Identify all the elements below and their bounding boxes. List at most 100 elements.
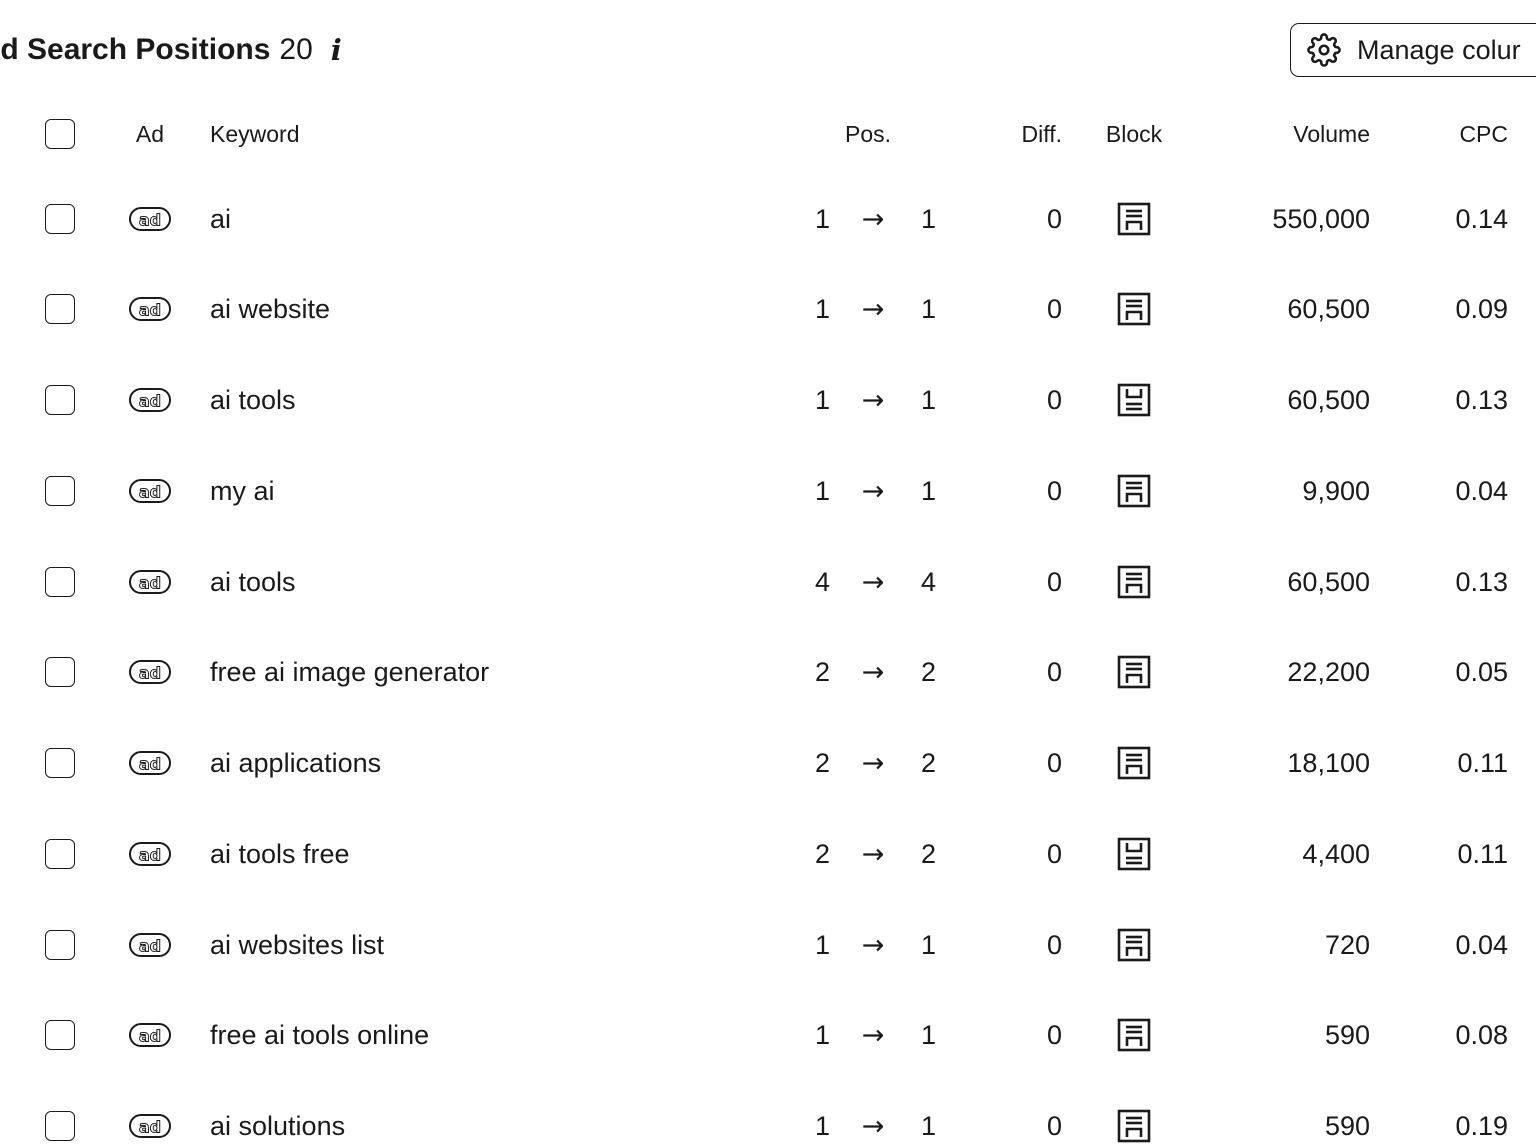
position-to: 1 <box>920 384 936 415</box>
column-header-ad[interactable]: Ad <box>128 104 172 164</box>
serp-block-icon <box>1096 733 1172 793</box>
position-from: 1 <box>814 384 830 415</box>
row-checkbox[interactable] <box>45 567 75 597</box>
column-header-cpc[interactable]: CPC <box>1400 104 1508 164</box>
keyword-cell[interactable]: free ai tools online <box>210 1005 770 1065</box>
arrow-right-icon: → <box>861 203 885 235</box>
row-checkbox[interactable] <box>45 930 75 960</box>
cpc-cell: 0.09 <box>1455 293 1508 324</box>
select-all-checkbox[interactable] <box>45 119 75 149</box>
row-checkbox[interactable] <box>45 748 75 778</box>
keyword-cell[interactable]: free ai image generator <box>210 642 770 702</box>
column-header-diff[interactable]: Diff. <box>990 104 1062 164</box>
table-row[interactable]: ad ai solutions 1 → 1 0 590 0.19 <box>0 1096 1536 1144</box>
manage-columns-button[interactable]: Manage colur <box>1290 23 1536 77</box>
cpc-cell: 0.14 <box>1455 203 1508 234</box>
keyword-cell[interactable]: ai <box>210 189 770 249</box>
section-header: id Search Positions 20 i <box>0 30 342 70</box>
arrow-right-icon: → <box>861 384 885 416</box>
position-to: 2 <box>920 656 936 687</box>
row-checkbox[interactable] <box>45 476 75 506</box>
svg-text:ad: ad <box>139 1118 161 1137</box>
serp-block-icon <box>1096 461 1172 521</box>
table-row[interactable]: ad ai website 1 → 1 0 60,500 0.09 <box>0 279 1536 339</box>
position-from: 1 <box>814 293 830 324</box>
arrow-right-icon: → <box>861 293 885 325</box>
table-row[interactable]: ad ai tools free 2 → 2 0 4,400 0.11 <box>0 824 1536 884</box>
volume-cell: 18,100 <box>1287 747 1370 778</box>
table-row[interactable]: ad free ai tools online 1 → 1 0 590 0.08 <box>0 1005 1536 1065</box>
row-select-cell <box>45 642 77 702</box>
arrow-right-icon: → <box>861 929 885 961</box>
select-all-cell <box>45 104 77 164</box>
info-icon[interactable]: i <box>331 35 342 65</box>
gear-icon <box>1307 33 1341 67</box>
difficulty-cell: 0 <box>1046 475 1062 506</box>
row-checkbox[interactable] <box>45 294 75 324</box>
keyword-cell[interactable]: ai tools free <box>210 824 770 884</box>
position-from: 1 <box>814 475 830 506</box>
svg-text:ad: ad <box>139 846 161 865</box>
difficulty-cell: 0 <box>1046 384 1062 415</box>
manage-columns-label: Manage colur <box>1357 34 1521 65</box>
difficulty-cell: 0 <box>1046 293 1062 324</box>
serp-block-icon <box>1096 189 1172 249</box>
svg-text:ad: ad <box>139 664 161 683</box>
arrow-right-icon: → <box>861 747 885 779</box>
row-select-cell <box>45 461 77 521</box>
keyword-cell[interactable]: ai website <box>210 279 770 339</box>
serp-block-bottom-icon <box>1096 824 1172 884</box>
position-to: 1 <box>920 475 936 506</box>
row-checkbox[interactable] <box>45 657 75 687</box>
serp-block-icon <box>1096 915 1172 975</box>
ad-icon: ad <box>128 642 172 702</box>
row-checkbox[interactable] <box>45 204 75 234</box>
position-to: 1 <box>920 1019 936 1050</box>
arrow-right-icon: → <box>861 475 885 507</box>
serp-block-icon <box>1096 642 1172 702</box>
position-from: 1 <box>814 1019 830 1050</box>
volume-cell: 60,500 <box>1287 293 1370 324</box>
keyword-cell[interactable]: ai applications <box>210 733 770 793</box>
column-header-block[interactable]: Block <box>1096 104 1172 164</box>
arrow-right-icon: → <box>861 656 885 688</box>
keyword-cell[interactable]: ai solutions <box>210 1096 770 1144</box>
row-checkbox[interactable] <box>45 839 75 869</box>
position-to: 1 <box>920 1110 936 1141</box>
cpc-cell: 0.04 <box>1455 475 1508 506</box>
keyword-cell[interactable]: ai websites list <box>210 915 770 975</box>
table-row[interactable]: ad free ai image generator 2 → 2 0 22,200 0.05 <box>0 642 1536 702</box>
serp-block-icon <box>1096 552 1172 612</box>
position-to: 2 <box>920 838 936 869</box>
svg-text:ad: ad <box>139 483 161 502</box>
arrow-right-icon: → <box>861 1110 885 1142</box>
table-row[interactable]: ad ai 1 → 1 0 550,000 0.14 <box>0 189 1536 249</box>
table-row[interactable]: ad ai tools 1 → 1 0 60,500 0.13 <box>0 370 1536 430</box>
column-header-volume[interactable]: Volume <box>1200 104 1370 164</box>
svg-text:ad: ad <box>139 574 161 593</box>
table-row[interactable]: ad ai tools 4 → 4 0 60,500 0.13 <box>0 552 1536 612</box>
table-row[interactable]: ad ai websites list 1 → 1 0 720 0.04 <box>0 915 1536 975</box>
row-select-cell <box>45 189 77 249</box>
row-checkbox[interactable] <box>45 1020 75 1050</box>
volume-cell: 60,500 <box>1287 384 1370 415</box>
column-header-keyword[interactable]: Keyword <box>210 104 770 164</box>
volume-cell: 9,900 <box>1302 475 1370 506</box>
row-checkbox[interactable] <box>45 1111 75 1141</box>
ad-icon: ad <box>128 824 172 884</box>
row-select-cell <box>45 370 77 430</box>
row-checkbox[interactable] <box>45 385 75 415</box>
volume-cell: 22,200 <box>1287 656 1370 687</box>
volume-cell: 590 <box>1324 1110 1370 1141</box>
table-row[interactable]: ad my ai 1 → 1 0 9,900 0.04 <box>0 461 1536 521</box>
serp-block-icon <box>1096 279 1172 339</box>
row-select-cell <box>45 1096 77 1144</box>
row-select-cell <box>45 1005 77 1065</box>
difficulty-cell: 0 <box>1046 203 1062 234</box>
keyword-cell[interactable]: ai tools <box>210 370 770 430</box>
table-row[interactable]: ad ai applications 2 → 2 0 18,100 0.11 <box>0 733 1536 793</box>
keyword-cell[interactable]: ai tools <box>210 552 770 612</box>
column-header-pos[interactable]: Pos. <box>790 104 946 164</box>
keyword-cell[interactable]: my ai <box>210 461 770 521</box>
position-from: 2 <box>814 838 830 869</box>
